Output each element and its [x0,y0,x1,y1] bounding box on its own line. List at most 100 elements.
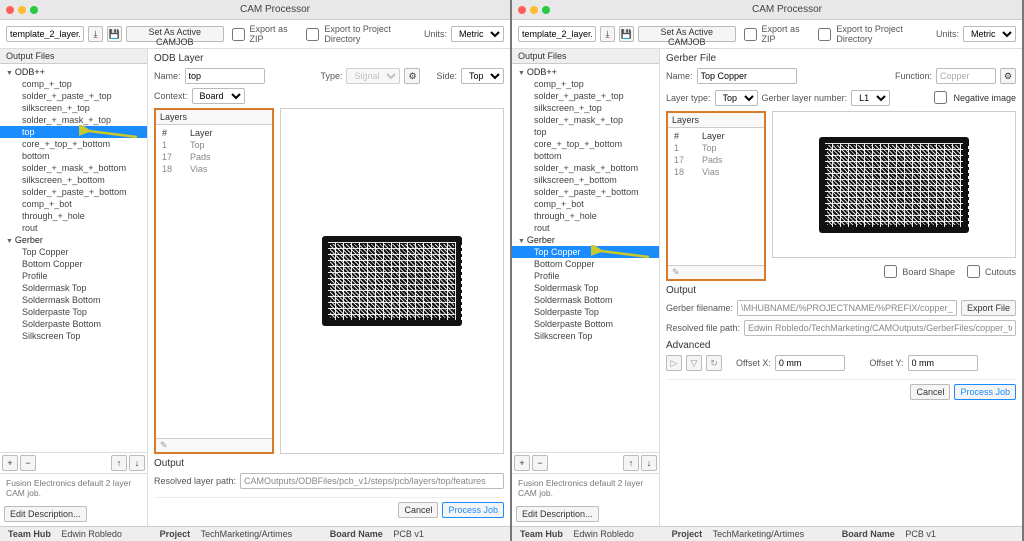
layer-type-select[interactable]: Top [715,90,758,106]
tree-item[interactable]: Soldermask Top [512,282,659,294]
tree-item[interactable]: rout [512,222,659,234]
tree-item[interactable]: solder_+_paste_+_top [0,90,147,102]
context-select[interactable]: Board [192,88,245,104]
remove-button[interactable]: − [20,455,36,471]
process-job-button[interactable]: Process Job [442,502,504,518]
move-up-button[interactable]: ↑ [111,455,127,471]
tree-item[interactable]: Solderpaste Top [512,306,659,318]
tree-item[interactable]: solder_+_paste_+_bottom [0,186,147,198]
tree-item[interactable]: Soldermask Top [0,282,147,294]
layer-row[interactable]: 18Vias [160,163,268,175]
save-icon[interactable]: 💾 [619,26,634,42]
tree-item[interactable]: Bottom Copper [512,258,659,270]
cutouts-checkbox[interactable]: Cutouts [963,262,1016,281]
board-shape-checkbox[interactable]: Board Shape [880,262,955,281]
pencil-icon[interactable]: ✎ [672,267,680,278]
units-select[interactable]: Metric [963,26,1016,42]
rotate-icon[interactable]: ↻ [706,355,722,371]
open-file-icon[interactable]: ⤓ [88,26,103,42]
layers-table[interactable]: #Layer1Top17Pads18Vias [156,125,272,438]
tree-item[interactable]: ODB++ [0,66,147,78]
tree-item[interactable]: silkscreen_+_bottom [512,174,659,186]
gerber-filename-input[interactable] [737,300,957,316]
tree-item[interactable]: solder_+_paste_+_top [512,90,659,102]
tree-item[interactable]: Gerber [512,234,659,246]
tree-item[interactable]: top [512,126,659,138]
tree-item[interactable]: solder_+_mask_+_bottom [512,162,659,174]
gear-icon[interactable]: ⚙ [1000,68,1016,84]
mirror-x-icon[interactable]: ▷ [666,355,682,371]
layer-row[interactable]: 17Pads [160,151,268,163]
tree-item[interactable]: solder_+_mask_+_bottom [0,162,147,174]
name-input[interactable] [185,68,265,84]
tree-item[interactable]: comp_+_bot [0,198,147,210]
template-file-input[interactable] [6,26,84,42]
gerber-number-select[interactable]: L1 [851,90,890,106]
tree-item[interactable]: Bottom Copper [0,258,147,270]
set-active-camjob-button[interactable]: Set As Active CAMJOB [638,26,736,42]
tree-item[interactable]: Profile [0,270,147,282]
tree-item[interactable]: Profile [512,270,659,282]
tree-item[interactable]: through_+_hole [512,210,659,222]
template-file-input[interactable] [518,26,596,42]
tree-item[interactable]: bottom [512,150,659,162]
output-files-tree[interactable]: ODB++comp_+_topsolder_+_paste_+_topsilks… [0,64,147,452]
export-project-checkbox[interactable]: Export to Project Directory [302,24,420,44]
export-file-button[interactable]: Export File [961,300,1016,316]
tree-item[interactable]: Top Copper [512,246,659,258]
export-zip-checkbox[interactable]: Export as ZIP [740,24,811,44]
name-input[interactable] [697,68,797,84]
export-project-checkbox[interactable]: Export to Project Directory [814,24,932,44]
offset-y-input[interactable] [908,355,978,371]
units-select[interactable]: Metric [451,26,504,42]
cancel-button[interactable]: Cancel [398,502,438,518]
tree-item[interactable]: silkscreen_+_top [512,102,659,114]
tree-item[interactable]: solder_+_mask_+_top [0,114,147,126]
tree-item[interactable]: ODB++ [512,66,659,78]
tree-item[interactable]: comp_+_top [0,78,147,90]
tree-item[interactable]: core_+_top_+_bottom [512,138,659,150]
tree-item[interactable]: Solderpaste Bottom [512,318,659,330]
pencil-icon[interactable]: ✎ [160,440,168,451]
offset-x-input[interactable] [775,355,845,371]
add-button[interactable]: + [514,455,530,471]
tree-item[interactable]: Gerber [0,234,147,246]
move-up-button[interactable]: ↑ [623,455,639,471]
move-down-button[interactable]: ↓ [641,455,657,471]
tree-item[interactable]: Soldermask Bottom [0,294,147,306]
negative-image-checkbox[interactable]: Negative image [930,88,1016,107]
tree-item[interactable]: solder_+_mask_+_top [512,114,659,126]
mirror-y-icon[interactable]: ▽ [686,355,702,371]
tree-item[interactable]: Top Copper [0,246,147,258]
type-select[interactable]: Signal [346,68,400,84]
close-icon[interactable] [518,6,526,14]
layer-row[interactable]: 18Vias [672,166,760,178]
tree-item[interactable]: silkscreen_+_top [0,102,147,114]
edit-description-button[interactable]: Edit Description... [4,506,87,522]
process-job-button[interactable]: Process Job [954,384,1016,400]
layer-row[interactable]: 17Pads [672,154,760,166]
tree-item[interactable]: Silkscreen Top [0,330,147,342]
zoom-icon[interactable] [30,6,38,14]
gear-icon[interactable]: ⚙ [404,68,420,84]
tree-item[interactable]: top [0,126,147,138]
minimize-icon[interactable] [18,6,26,14]
tree-item[interactable]: core_+_top_+_bottom [0,138,147,150]
tree-item[interactable]: Solderpaste Top [0,306,147,318]
tree-item[interactable]: bottom [0,150,147,162]
open-file-icon[interactable]: ⤓ [600,26,615,42]
add-button[interactable]: + [2,455,18,471]
tree-item[interactable]: Silkscreen Top [512,330,659,342]
layers-table[interactable]: #Layer1Top17Pads18Vias [668,128,764,265]
minimize-icon[interactable] [530,6,538,14]
save-icon[interactable]: 💾 [107,26,122,42]
tree-item[interactable]: comp_+_bot [512,198,659,210]
remove-button[interactable]: − [532,455,548,471]
tree-item[interactable]: Solderpaste Bottom [0,318,147,330]
side-select[interactable]: Top [461,68,504,84]
set-active-camjob-button[interactable]: Set As Active CAMJOB [126,26,224,42]
layer-row[interactable]: 1Top [672,142,760,154]
tree-item[interactable]: solder_+_paste_+_bottom [512,186,659,198]
tree-item[interactable]: rout [0,222,147,234]
cancel-button[interactable]: Cancel [910,384,950,400]
